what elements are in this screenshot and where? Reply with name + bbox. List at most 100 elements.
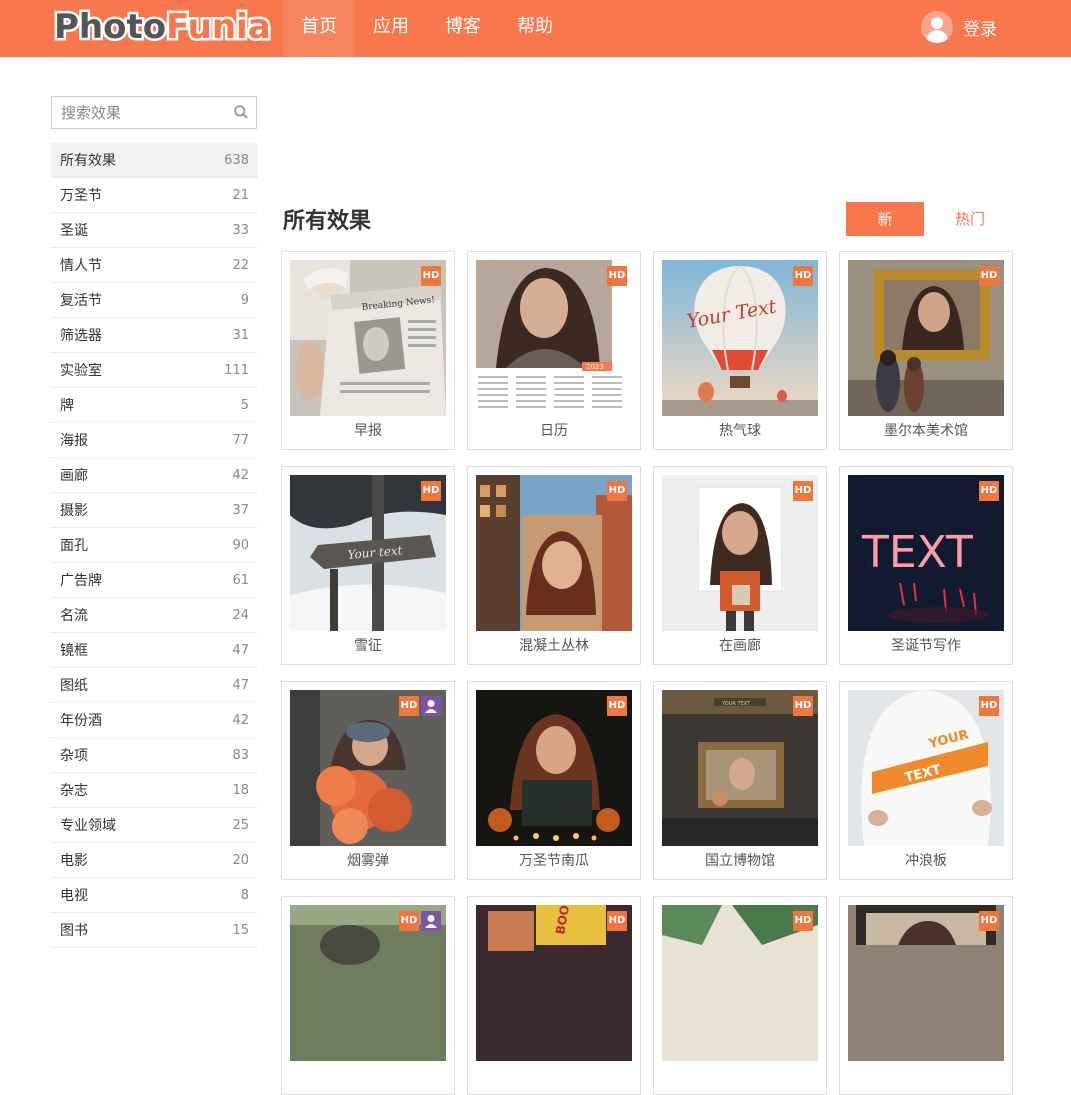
category-item[interactable]: 海报 77 [51, 423, 258, 458]
category-count: 37 [232, 502, 249, 518]
photofunia-logo[interactable]: PhotoFunia [51, 5, 273, 50]
category-count: 9 [240, 292, 249, 308]
effect-card[interactable]: HD 墨尔本美术馆 [839, 251, 1013, 450]
category-name: 电视 [60, 888, 88, 904]
hd-badge: HD [607, 481, 627, 501]
effect-card[interactable]: YOUR TEXT HD 国立博物馆 [653, 681, 827, 880]
hd-badge: HD [979, 696, 999, 716]
effect-card[interactable]: HD 万圣节南瓜 [467, 681, 641, 880]
effect-label: 冲浪板 [905, 853, 947, 869]
category-name: 电影 [60, 853, 88, 869]
category-count: 47 [232, 642, 249, 658]
effect-card[interactable]: HD 在画廊 [653, 466, 827, 665]
nav-apps[interactable]: 应用 [355, 0, 427, 57]
category-name: 海报 [60, 433, 88, 449]
category-item[interactable]: 年份酒 42 [51, 703, 258, 738]
category-name: 杂项 [60, 748, 88, 764]
category-item[interactable]: 电影 20 [51, 843, 258, 878]
effect-label: 烟雾弹 [347, 853, 389, 869]
effect-card[interactable]: TEXT HD 圣诞节写作 [839, 466, 1013, 665]
nav-home[interactable]: 首页 [283, 0, 355, 57]
effect-card[interactable]: YOUR TEXT HD 冲浪板 [839, 681, 1013, 880]
search-input[interactable] [52, 97, 222, 128]
main-nav: 首页 应用 博客 帮助 [283, 0, 571, 57]
category-count: 83 [232, 747, 249, 763]
category-count: 24 [232, 607, 249, 623]
category-count: 18 [232, 782, 249, 798]
category-name: 圣诞 [60, 223, 88, 239]
login-button[interactable]: 登录 [921, 10, 997, 44]
category-item[interactable]: 复活节 9 [51, 283, 258, 318]
category-item[interactable]: 广告牌 61 [51, 563, 258, 598]
category-item[interactable]: 万圣节 21 [51, 178, 258, 213]
effect-thumbnail: HD [662, 475, 818, 631]
category-name: 专业领域 [60, 818, 116, 834]
top-header: PhotoFunia 首页 应用 博客 帮助 登录 [0, 0, 1071, 57]
effect-thumbnail: HD [290, 905, 446, 1061]
category-count: 111 [224, 362, 249, 378]
category-name: 图书 [60, 923, 88, 939]
category-count: 61 [232, 572, 249, 588]
category-item[interactable]: 情人节 22 [51, 248, 258, 283]
effect-card[interactable]: Breaking News! HD 早报 [281, 251, 455, 450]
category-count: 42 [232, 712, 249, 728]
logo-text-photo: Photo [51, 5, 168, 50]
hd-badge: HD [979, 911, 999, 931]
effect-thumbnail: HD [290, 690, 446, 846]
user-face-icon [421, 911, 441, 931]
user-face-icon [421, 696, 441, 716]
category-item[interactable]: 牌5 [51, 388, 258, 423]
search-icon[interactable] [234, 105, 248, 119]
effect-label: 墨尔本美术馆 [884, 423, 968, 439]
category-name: 摄影 [60, 503, 88, 519]
sort-new-button[interactable]: 新 [846, 202, 924, 236]
effect-label: 混凝土丛林 [519, 638, 589, 654]
category-name: 万圣节 [60, 188, 102, 204]
effect-card[interactable]: Your text HD 雪征 [281, 466, 455, 665]
hd-badge: HD [979, 266, 999, 286]
effect-card[interactable]: Your Text HD 热气球 [653, 251, 827, 450]
category-item[interactable]: 圣诞 33 [51, 213, 258, 248]
effect-card[interactable]: HD [653, 896, 827, 1095]
category-item[interactable]: 名流 24 [51, 598, 258, 633]
sort-popular-button[interactable]: 热门 [934, 202, 1006, 236]
nav-help[interactable]: 帮助 [499, 0, 571, 57]
effect-card[interactable]: HD [281, 896, 455, 1095]
category-item[interactable]: 画廊 42 [51, 458, 258, 493]
category-count: 42 [232, 467, 249, 483]
hd-badge: HD [607, 696, 627, 716]
effect-thumbnail: Your text HD [290, 475, 446, 631]
category-item[interactable]: 面孔 90 [51, 528, 258, 563]
effect-card[interactable]: BOOK HD [467, 896, 641, 1095]
category-item[interactable]: 图纸 47 [51, 668, 258, 703]
category-count: 5 [240, 397, 249, 413]
nav-blog[interactable]: 博客 [427, 0, 499, 57]
effect-label: 早报 [354, 423, 382, 439]
effect-thumbnail: TEXT HD [848, 475, 1004, 631]
effect-thumbnail: Your Text HD [662, 260, 818, 416]
category-item[interactable]: 图书 15 [51, 913, 258, 948]
hd-badge: HD [399, 696, 419, 716]
category-item[interactable]: 实验室 111 [51, 353, 258, 388]
category-item[interactable]: 杂项 83 [51, 738, 258, 773]
effect-card[interactable]: HD 混凝土丛林 [467, 466, 641, 665]
category-item[interactable]: 摄影 37 [51, 493, 258, 528]
category-item[interactable]: 专业领域 25 [51, 808, 258, 843]
effect-card[interactable]: HD 烟雾弹 [281, 681, 455, 880]
category-item[interactable]: 杂志 18 [51, 773, 258, 808]
category-item[interactable]: 所有效果 638 [51, 143, 258, 178]
effect-thumbnail: HD [476, 475, 632, 631]
category-name: 年份酒 [60, 713, 102, 729]
category-count: 8 [240, 887, 249, 903]
effect-card[interactable]: 2023 HD 日历 [467, 251, 641, 450]
page-title: 所有效果 [283, 209, 372, 234]
category-count: 47 [232, 677, 249, 693]
category-item[interactable]: 筛选器 31 [51, 318, 258, 353]
category-name: 牌 [60, 398, 74, 414]
hd-badge: HD [793, 911, 813, 931]
effect-card[interactable]: HD [839, 896, 1013, 1095]
calendar-year-text: 2023 [586, 363, 604, 371]
category-count: 15 [232, 922, 249, 938]
category-item[interactable]: 镜框 47 [51, 633, 258, 668]
category-item[interactable]: 电视 8 [51, 878, 258, 913]
